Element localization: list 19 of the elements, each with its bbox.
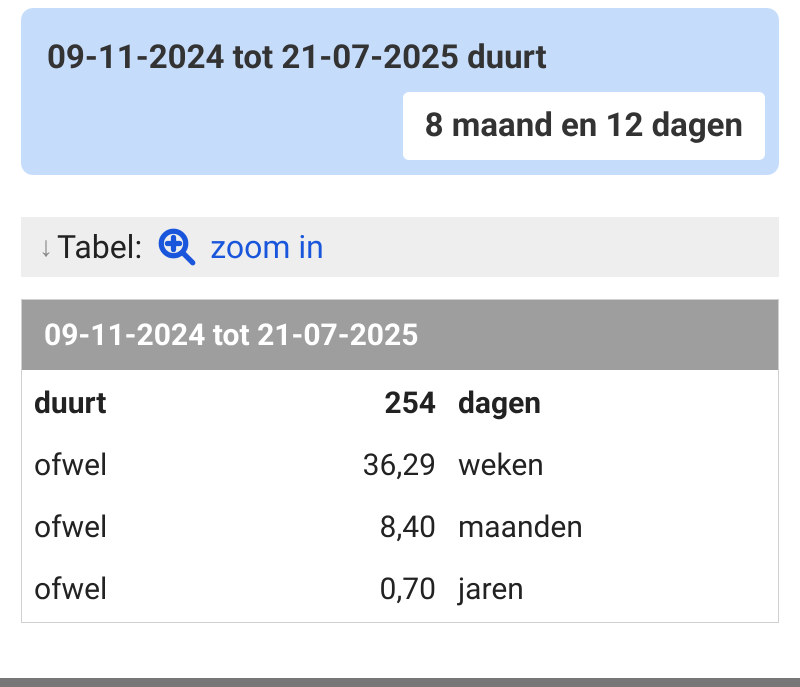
- zoom-in-icon: [156, 226, 198, 268]
- row-value: 0,70: [378, 570, 436, 608]
- row-label: ofwel: [33, 446, 108, 484]
- row-unit: maanden: [457, 508, 583, 546]
- row-value: 8,40: [378, 508, 436, 546]
- row-label: duurt: [33, 384, 108, 422]
- zoom-in-link[interactable]: zoom in: [156, 223, 324, 271]
- result-value: 8 maand en 12 dagen: [402, 92, 765, 160]
- row-label: ofwel: [33, 508, 108, 546]
- result-title: 09-11-2024 tot 21-07-2025 duurt: [47, 37, 548, 79]
- table-label: Tabel:: [57, 227, 142, 268]
- row-label: ofwel: [33, 570, 108, 608]
- row-unit: weken: [457, 446, 544, 484]
- table-header: 09-11-2024 tot 21-07-2025: [22, 300, 778, 370]
- row-unit: dagen: [457, 384, 542, 422]
- row-value: 36,29: [362, 446, 436, 484]
- row-value: 254: [383, 384, 436, 422]
- row-unit: jaren: [456, 570, 524, 608]
- arrow-down-icon: ↓: [39, 226, 53, 268]
